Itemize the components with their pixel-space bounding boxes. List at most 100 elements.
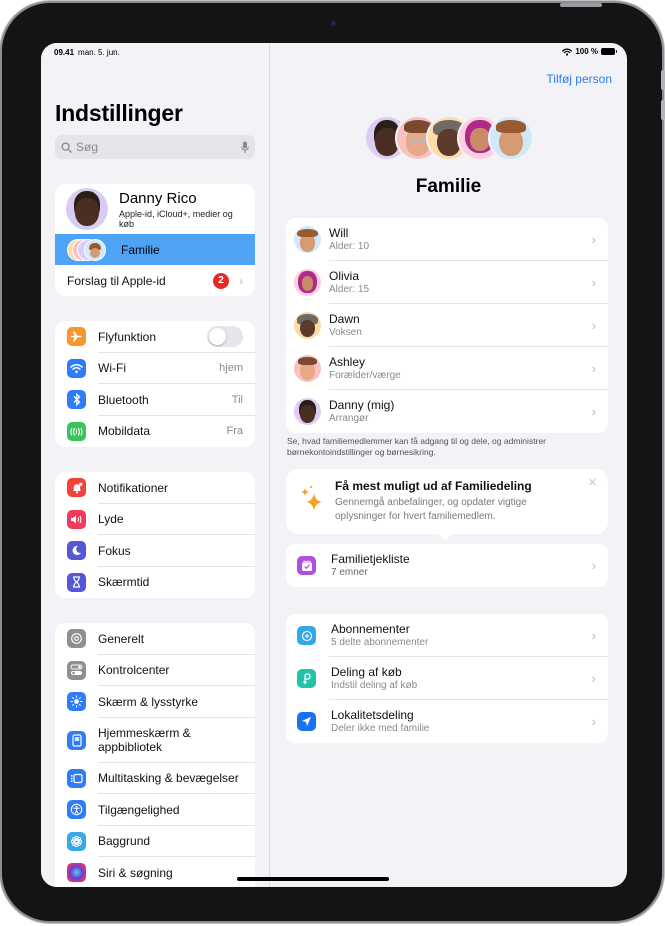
add-person-button[interactable]: Tilføj person	[546, 72, 612, 86]
sharing-title: Lokalitetsdeling	[331, 708, 414, 722]
battery-icon	[601, 48, 617, 55]
sidebar-item-siri[interactable]: Siri & søgning	[55, 857, 255, 887]
avatar	[294, 312, 321, 339]
bell-icon	[67, 478, 86, 498]
status-bar-right: 100 %	[562, 47, 617, 56]
sidebar-item-lyde[interactable]: Lyde	[55, 504, 255, 536]
sidebar-item-skaermtid[interactable]: Skærmtid	[55, 567, 255, 599]
status-time: 09.41	[54, 48, 75, 57]
member-role: Voksen	[329, 327, 362, 338]
apple-id-profile[interactable]: Danny Rico Apple-id, iCloud+, medier og …	[55, 184, 255, 234]
avatar-will	[488, 115, 534, 161]
member-row-dawn[interactable]: Dawn Voksen ›	[286, 304, 608, 347]
notifications-group: Notifikationer Lyde Fokus Skærmtid	[55, 472, 255, 598]
sidebar-item-mobildata[interactable]: ((ı)) Mobildata Fra	[55, 416, 255, 448]
sidebar-item-kontrolcenter[interactable]: Kontrolcenter	[55, 655, 255, 687]
sidebar-item-label: Fokus	[98, 543, 131, 558]
sidebar-item-familie[interactable]: Familie	[55, 234, 255, 265]
subscriptions-row[interactable]: Abonnementer 5 delte abonnementer ›	[286, 614, 608, 657]
family-checklist-row[interactable]: Familietjekliste 7 emner ›	[286, 544, 608, 587]
member-name: Olivia	[329, 269, 360, 283]
sharing-options-list: Abonnementer 5 delte abonnementer › Deli…	[286, 614, 608, 743]
sidebar-item-fokus[interactable]: Fokus	[55, 535, 255, 567]
tip-title: Få mest muligt ud af Familiedeling	[335, 479, 532, 493]
profile-name: Danny Rico	[119, 189, 197, 207]
volume-up-button	[661, 70, 665, 90]
siri-icon	[67, 863, 86, 883]
moon-icon	[67, 541, 86, 561]
airplane-mode-toggle[interactable]	[207, 326, 243, 348]
bluetooth-value: Til	[231, 393, 243, 406]
avatar	[294, 398, 321, 425]
purchase-sharing-icon	[297, 669, 316, 688]
family-title: Familie	[415, 176, 482, 197]
switches-icon	[67, 660, 86, 680]
sidebar-item-notifikationer[interactable]: Notifikationer	[55, 472, 255, 504]
antenna-icon: ((ı))	[67, 421, 86, 441]
gear-icon	[67, 629, 86, 649]
purchase-sharing-row[interactable]: Deling af køb Indstil deling af køb ›	[286, 657, 608, 700]
mobile-data-value: Fra	[226, 425, 244, 438]
member-name: Dawn	[329, 312, 360, 326]
sidebar-item-generelt[interactable]: Generelt	[55, 623, 255, 655]
hourglass-icon	[67, 572, 86, 592]
sidebar-item-flyfunktion[interactable]: Flyfunktion	[55, 321, 255, 353]
sidebar-item-skaerm-lysstyrke[interactable]: Skærm & lysstyrke	[55, 686, 255, 718]
family-members-list: Will Alder: 10 › Olivia Alder: 15 › Dawn…	[286, 218, 608, 433]
sidebar-item-hjemmeskaerm[interactable]: Hjemmeskærm & appbibliotek	[55, 718, 255, 763]
member-role: Arrangør	[329, 413, 369, 424]
sidebar-item-wifi[interactable]: Wi-Fi hjem	[55, 353, 255, 385]
member-row-danny[interactable]: Danny (mig) Arrangør ›	[286, 390, 608, 433]
microphone-icon[interactable]	[241, 141, 249, 154]
speaker-icon	[67, 509, 86, 529]
member-row-will[interactable]: Will Alder: 10 ›	[286, 218, 608, 261]
family-footnote: Se, hvad familiemedlemmer kan få adgang …	[287, 436, 546, 457]
sidebar-item-label: Skærm & lysstyrke	[98, 694, 199, 709]
sharing-subtitle: Indstil deling af køb	[331, 680, 418, 691]
sidebar-item-multitasking[interactable]: Multitasking & bevægelser	[55, 763, 255, 795]
search-input[interactable]: Søg	[55, 135, 255, 159]
wifi-icon	[562, 48, 573, 56]
chevron-right-icon: ›	[591, 671, 596, 686]
sidebar-item-label: Hjemmeskærm & appbibliotek	[98, 726, 191, 754]
home-indicator[interactable]	[237, 877, 389, 881]
sidebar-item-label: Familie	[121, 242, 160, 257]
status-bar-left: 09.41 man. 5. jun.	[54, 48, 120, 57]
avatar	[294, 355, 321, 382]
sidebar-item-label: Siri & søgning	[98, 865, 173, 880]
chevron-right-icon: ›	[591, 628, 596, 643]
sidebar-item-label: Baggrund	[98, 834, 151, 849]
member-row-ashley[interactable]: Ashley Forælder/værge ›	[286, 347, 608, 390]
family-sharing-tip: Få mest muligt ud af Familiedeling Genne…	[286, 469, 608, 541]
sun-icon	[67, 692, 86, 712]
chevron-right-icon: ›	[591, 361, 596, 376]
member-name: Danny (mig)	[329, 398, 395, 412]
sidebar-item-baggrund[interactable]: Baggrund	[55, 826, 255, 858]
member-row-olivia[interactable]: Olivia Alder: 15 ›	[286, 261, 608, 304]
close-icon[interactable]: ✕	[588, 476, 597, 489]
sidebar-item-label: Flyfunktion	[98, 329, 157, 344]
sharing-title: Deling af køb	[331, 665, 402, 679]
home-screen-icon	[67, 730, 86, 750]
notification-badge: 2	[213, 272, 229, 289]
account-group: Danny Rico Apple-id, iCloud+, medier og …	[55, 184, 255, 296]
member-name: Ashley	[329, 355, 366, 369]
location-sharing-row[interactable]: Lokalitetsdeling Deler ikke med familie …	[286, 700, 608, 743]
tip-description: Gennemgå anbefalinger, og opdater vigtig…	[335, 497, 527, 522]
status-date: man. 5. jun.	[78, 48, 120, 57]
sidebar-item-label: Lyde	[98, 512, 124, 527]
sidebar-item-label: Forslag til Apple-id	[67, 273, 166, 288]
accessibility-icon	[67, 800, 86, 820]
checklist-subtitle: 7 emner	[331, 567, 368, 578]
sidebar-item-bluetooth[interactable]: Bluetooth Til	[55, 384, 255, 416]
general-group: Generelt Kontrolcenter Skærm & lysstyrke	[55, 623, 255, 887]
sharing-title: Abonnementer	[331, 622, 410, 636]
search-placeholder: Søg	[76, 140, 99, 154]
sidebar-item-label: Generelt	[98, 631, 145, 646]
sidebar-item-tilgaengelighed[interactable]: Tilgængelighed	[55, 794, 255, 826]
sidebar-item-apple-id-suggestions[interactable]: Forslag til Apple-id 2 ›	[55, 265, 255, 296]
top-button	[560, 3, 602, 7]
avatar	[294, 226, 321, 253]
volume-down-button	[661, 100, 665, 120]
sidebar-item-label: Multitasking & bevægelser	[98, 771, 239, 786]
